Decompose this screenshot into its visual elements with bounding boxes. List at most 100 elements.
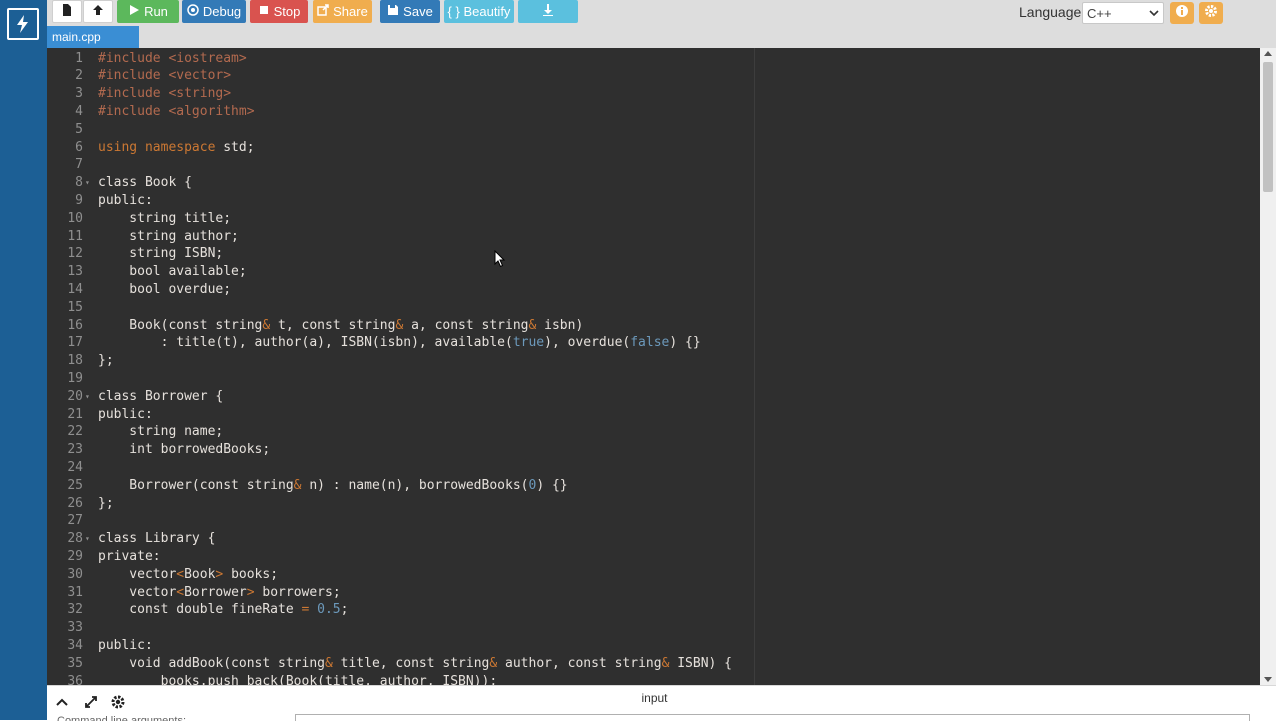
line-number: 9 <box>75 192 83 208</box>
code-line[interactable]: 35 void addBook(const string& title, con… <box>47 655 1260 673</box>
code-line[interactable]: 17 : title(t), author(a), ISBN(isbn), av… <box>47 334 1260 352</box>
code-line[interactable]: 19 <box>47 370 1260 388</box>
line-number: 23 <box>67 442 83 458</box>
line-number: 36 <box>67 673 83 686</box>
chevron-up-icon[interactable] <box>54 694 70 710</box>
command-line-args-label: Command line arguments: <box>57 715 187 721</box>
code-text: vector<Borrower> borrowers; <box>98 584 341 600</box>
code-line[interactable]: 3 #include <string> <box>47 85 1260 103</box>
code-line[interactable]: 13 bool available; <box>47 263 1260 281</box>
new-file-button[interactable] <box>52 0 82 23</box>
code-line[interactable]: 15 <box>47 299 1260 317</box>
fold-arrow-icon[interactable]: ▾ <box>85 174 90 192</box>
code-text: : title(t), author(a), ISBN(isbn), avail… <box>98 335 701 351</box>
code-text: #include <iostream> <box>98 50 247 66</box>
line-number: 24 <box>67 459 83 475</box>
stop-label: Stop <box>273 4 301 19</box>
code-text: class Borrower { <box>98 388 224 404</box>
line-number: 30 <box>67 566 83 582</box>
code-line[interactable]: 10 string title; <box>47 210 1260 228</box>
download-button[interactable] <box>518 0 578 23</box>
code-line[interactable]: 26}; <box>47 495 1260 513</box>
lightning-logo-icon[interactable] <box>7 8 39 40</box>
code-line[interactable]: 22 string name; <box>47 423 1260 441</box>
code-line[interactable]: 12 string ISBN; <box>47 245 1260 263</box>
line-number: 29 <box>67 548 83 564</box>
code-line[interactable]: 30 vector<Book> books; <box>47 566 1260 584</box>
code-line[interactable]: 18}; <box>47 352 1260 370</box>
code-text: Borrower(const string& n) : name(n), bor… <box>98 477 568 493</box>
share-icon <box>317 4 329 19</box>
code-text: #include <string> <box>98 86 232 102</box>
code-text: class Book { <box>98 175 192 191</box>
code-line[interactable]: 24 <box>47 459 1260 477</box>
beautify-label: { } Beautify <box>447 4 511 19</box>
code-line[interactable]: 33 <box>47 619 1260 637</box>
line-number: 21 <box>67 406 83 422</box>
expand-icon[interactable] <box>83 694 99 710</box>
code-line[interactable]: 9 public: <box>47 192 1260 210</box>
code-line[interactable]: 25 Borrower(const string& n) : name(n), … <box>47 477 1260 495</box>
code-text: const double fineRate = 0.5; <box>98 602 349 618</box>
upload-icon <box>92 4 104 19</box>
code-text: void addBook(const string& title, const … <box>98 655 733 671</box>
code-line[interactable]: 32 const double fineRate = 0.5; <box>47 601 1260 619</box>
io-panel: input Command line arguments: <box>47 685 1276 721</box>
input-label: input <box>641 691 668 705</box>
code-line[interactable]: 34 public: <box>47 637 1260 655</box>
run-label: Run <box>144 4 168 19</box>
line-number: 2 <box>75 68 83 84</box>
gear-icon <box>1204 4 1218 23</box>
scrollbar-thumb[interactable] <box>1263 62 1273 192</box>
code-line[interactable]: 5 <box>47 121 1260 139</box>
tab-main-cpp[interactable]: main.cpp <box>47 26 139 48</box>
save-button[interactable]: Save <box>380 0 440 23</box>
code-text: }; <box>98 353 114 369</box>
code-line[interactable]: 28 ▾ class Library { <box>47 530 1260 548</box>
code-editor[interactable]: 1 #include <iostream> 2 #include <vector> 3 #… <box>47 48 1260 685</box>
code-line[interactable]: 6 using namespace std; <box>47 139 1260 157</box>
code-text: class Library { <box>98 531 216 547</box>
code-text: books.push_back(Book(title, author, ISBN… <box>98 673 498 686</box>
language-select[interactable]: C++ <box>1082 2 1164 24</box>
code-line[interactable]: 31 vector<Borrower> borrowers; <box>47 584 1260 602</box>
code-line[interactable]: 20 ▾ class Borrower { <box>47 388 1260 406</box>
code-line[interactable]: 14 bool overdue; <box>47 281 1260 299</box>
fold-arrow-icon[interactable]: ▾ <box>85 530 90 548</box>
code-line[interactable]: 36 books.push_back(Book(title, author, I… <box>47 673 1260 686</box>
line-number: 26 <box>67 495 83 511</box>
debug-button[interactable]: Debug <box>182 0 246 23</box>
beautify-button[interactable]: { } Beautify <box>444 0 514 23</box>
code-line[interactable]: 11 string author; <box>47 228 1260 246</box>
code-line[interactable]: 8 ▾ class Book { <box>47 174 1260 192</box>
line-number: 31 <box>67 584 83 600</box>
info-button[interactable] <box>1170 2 1194 24</box>
code-line[interactable]: 1 #include <iostream> <box>47 50 1260 68</box>
line-number: 14 <box>67 281 83 297</box>
code-text: string author; <box>98 228 239 244</box>
code-line[interactable]: 16 Book(const string& t, const string& a… <box>47 317 1260 335</box>
code-line[interactable]: 21 public: <box>47 406 1260 424</box>
share-button[interactable]: Share <box>313 0 372 23</box>
editor-scrollbar[interactable] <box>1260 48 1276 685</box>
gear-icon[interactable] <box>110 694 126 710</box>
code-line[interactable]: 4 #include <algorithm> <box>47 103 1260 121</box>
code-line[interactable]: 27 <box>47 512 1260 530</box>
code-line[interactable]: 23 int borrowedBooks; <box>47 441 1260 459</box>
scroll-down-icon[interactable] <box>1264 677 1272 682</box>
upload-button[interactable] <box>83 0 113 23</box>
debug-icon <box>187 4 199 19</box>
toolbar: Run Debug Stop Share Save { } Beautify L… <box>47 0 1276 26</box>
debug-label: Debug <box>202 4 242 19</box>
code-line[interactable]: 7 <box>47 156 1260 174</box>
code-line[interactable]: 2 #include <vector> <box>47 67 1260 85</box>
language-label: Language <box>1019 4 1082 20</box>
code-line[interactable]: 29 private: <box>47 548 1260 566</box>
scroll-up-icon[interactable] <box>1264 51 1272 56</box>
settings-button[interactable] <box>1199 2 1223 24</box>
stop-button[interactable]: Stop <box>250 0 308 23</box>
mouse-pointer-icon <box>494 249 506 273</box>
run-button[interactable]: Run <box>117 0 179 23</box>
info-icon <box>1175 4 1189 23</box>
fold-arrow-icon[interactable]: ▾ <box>85 388 90 406</box>
